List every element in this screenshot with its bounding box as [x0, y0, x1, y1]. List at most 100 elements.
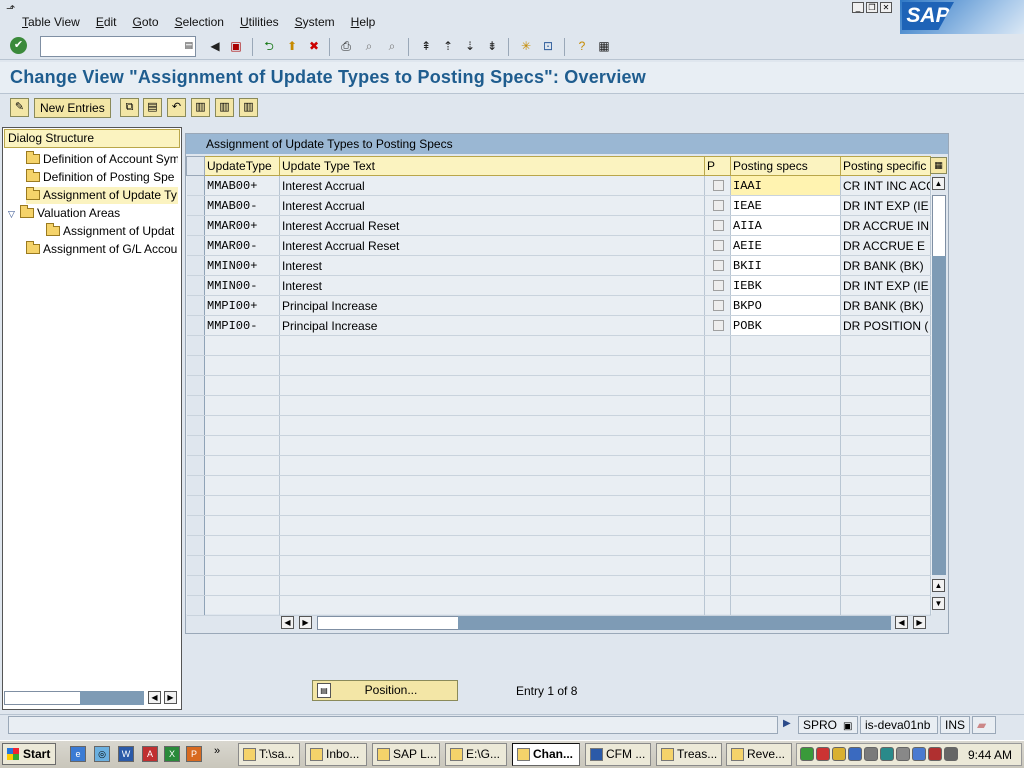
row-selector[interactable] [186, 235, 205, 256]
scroll-thumb[interactable] [80, 691, 144, 705]
back-icon[interactable]: ⮌ [260, 37, 278, 55]
row-selector[interactable] [186, 355, 205, 376]
status-server[interactable]: is-deva01nb [860, 716, 938, 734]
save-icon[interactable]: ▣ [227, 37, 245, 55]
shortcut-icon[interactable]: ⊡ [539, 37, 557, 55]
table-row[interactable]: MMAB00- Interest Accrual IEAE DR INT EXP (I… [186, 195, 931, 216]
task-reve[interactable]: Reve... [726, 743, 792, 766]
task-sap-logon[interactable]: SAP L... [372, 743, 440, 766]
status-transaction[interactable]: SPRO ▣ [798, 716, 858, 734]
command-field[interactable]: ▤ [40, 36, 196, 57]
tree-item-valuation-areas[interactable]: ▽ Valuation Areas [8, 205, 178, 222]
empty-table-row[interactable] [186, 575, 931, 596]
task-inbox[interactable]: Inbo... [305, 743, 367, 766]
posting-spec-input[interactable]: IAAI [730, 175, 841, 196]
p-checkbox[interactable] [713, 219, 724, 231]
menu-goto[interactable]: Goto [125, 14, 167, 30]
back-arrow-icon[interactable]: ◀ [206, 37, 224, 55]
row-selector[interactable] [186, 495, 205, 516]
close-icon[interactable]: ✕ [880, 2, 892, 13]
display-change-icon[interactable]: ✎ [10, 98, 29, 117]
scroll-right-small-icon[interactable]: ▶ [299, 616, 312, 629]
empty-table-row[interactable] [186, 395, 931, 416]
scroll-left-end-icon[interactable]: ◀ [895, 616, 908, 629]
row-selector[interactable] [186, 575, 205, 596]
row-selector[interactable] [186, 275, 205, 296]
select-all-icon[interactable]: ▥ [239, 98, 258, 117]
row-selector[interactable] [186, 475, 205, 496]
column-header-posting-specs[interactable]: Posting specs [730, 156, 841, 176]
empty-table-row[interactable] [186, 435, 931, 456]
empty-table-row[interactable] [186, 595, 931, 616]
row-selector[interactable] [186, 555, 205, 576]
posting-spec-input[interactable]: BKPO [730, 295, 841, 316]
table-row[interactable]: MMPI00- Principal Increase POBK DR POSITION… [186, 315, 931, 336]
table-row[interactable]: MMAR00+ Interest Accrual Reset AIIA DR ACCR… [186, 215, 931, 236]
tray-network-icon[interactable] [800, 747, 814, 761]
restore-icon[interactable]: ❐ [866, 2, 878, 13]
first-page-icon[interactable]: ⇞ [417, 37, 435, 55]
p-checkbox[interactable] [713, 179, 724, 191]
table-row[interactable]: MMIN00+ Interest BKII DR BANK (BK) [186, 255, 931, 276]
empty-table-row[interactable] [186, 555, 931, 576]
row-selector[interactable] [186, 375, 205, 396]
tray-update-icon[interactable] [912, 747, 926, 761]
menu-system[interactable]: System [287, 14, 343, 30]
column-header-update-type-text[interactable]: Update Type Text [279, 156, 705, 176]
scroll-thumb[interactable] [932, 256, 946, 575]
tray-display-icon[interactable] [880, 747, 894, 761]
scroll-left-icon[interactable]: ◀ [148, 691, 161, 704]
empty-table-row[interactable] [186, 415, 931, 436]
delete-icon[interactable]: ▤ [143, 98, 162, 117]
position-button[interactable]: ▤ Position... [312, 680, 458, 701]
row-selector[interactable] [186, 195, 205, 216]
task-treasury[interactable]: Treas... [656, 743, 722, 766]
ie-icon[interactable]: e [70, 746, 86, 762]
posting-spec-input[interactable]: POBK [730, 315, 841, 336]
more-quicklaunch-icon[interactable]: » [214, 745, 220, 757]
find-icon[interactable]: ⌕ [360, 37, 378, 55]
powerpoint-icon[interactable]: P [186, 746, 202, 762]
start-button[interactable]: Start [2, 743, 56, 765]
scroll-left-icon[interactable]: ◀ [281, 616, 294, 629]
row-selector[interactable] [186, 295, 205, 316]
task-explorer-e[interactable]: E:\G... [445, 743, 507, 766]
previous-page-icon[interactable]: ⇡ [439, 37, 457, 55]
excel-icon[interactable]: X [164, 746, 180, 762]
posting-spec-input[interactable]: AIIA [730, 215, 841, 236]
p-checkbox[interactable] [713, 299, 724, 311]
empty-table-row[interactable] [186, 495, 931, 516]
scroll-right-icon[interactable]: ▶ [164, 691, 177, 704]
next-page-icon[interactable]: ⇣ [461, 37, 479, 55]
table-settings-icon[interactable]: ▦ [930, 157, 947, 174]
tree-horizontal-scrollbar[interactable]: ◀ ▶ [4, 690, 180, 706]
find-next-icon[interactable]: ⌕ [383, 37, 401, 55]
cancel-icon[interactable]: ✖ [305, 37, 323, 55]
table-horizontal-scrollbar[interactable]: ◀ ▶ ◀ ▶ [280, 615, 930, 632]
tray-sap-icon[interactable] [832, 747, 846, 761]
tray-volume-icon[interactable] [896, 747, 910, 761]
scroll-up-icon[interactable]: ▲ [932, 177, 945, 190]
scroll-right-end-icon[interactable]: ▶ [913, 616, 926, 629]
table-row[interactable]: MMAR00- Interest Accrual Reset AEIE DR ACCR… [186, 235, 931, 256]
column-header-posting-spec-text[interactable]: Posting specific [840, 156, 931, 176]
exit-icon[interactable]: ⬆ [283, 37, 301, 55]
posting-spec-input[interactable]: AEIE [730, 235, 841, 256]
row-selector[interactable] [186, 335, 205, 356]
tray-im-icon[interactable] [848, 747, 862, 761]
table-vertical-scrollbar[interactable]: ▲ ▲ ▼ [931, 176, 947, 612]
last-page-icon[interactable]: ⇟ [483, 37, 501, 55]
scroll-page-up-icon[interactable]: ▲ [932, 579, 945, 592]
enter-checkmark-icon[interactable]: ✔ [10, 37, 27, 54]
row-selector[interactable] [186, 215, 205, 236]
empty-table-row[interactable] [186, 475, 931, 496]
empty-table-row[interactable] [186, 335, 931, 356]
tree-item-assignment-update-types[interactable]: Assignment of Update Ty [26, 187, 178, 204]
row-selector[interactable] [186, 435, 205, 456]
row-selector[interactable] [186, 455, 205, 476]
next-entry-icon[interactable]: ▥ [215, 98, 234, 117]
empty-table-row[interactable] [186, 355, 931, 376]
new-entries-button[interactable]: New Entries [34, 98, 111, 118]
table-row[interactable]: MMPI00+ Principal Increase BKPO DR BANK (BK… [186, 295, 931, 316]
posting-spec-input[interactable]: IEBK [730, 275, 841, 296]
